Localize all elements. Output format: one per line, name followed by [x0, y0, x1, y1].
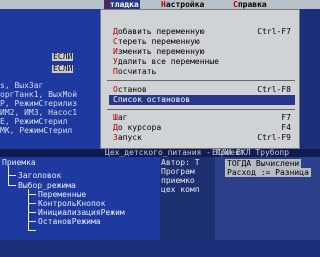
- tree-connector: [28, 194, 36, 195]
- menu-item-change-variable[interactable]: Изменить переменную: [109, 47, 295, 57]
- tree-connector: [28, 221, 36, 222]
- menu-separator: [107, 109, 295, 110]
- menu-bar: Отладка Настройка Справка: [0, 0, 320, 9]
- menu-item-add-variable[interactable]: Добавить переменную Ctrl-F7: [109, 27, 295, 37]
- tree-item[interactable]: Переменные: [38, 190, 86, 199]
- menu-item-run-to-cursor[interactable]: До курсора F4: [109, 123, 295, 133]
- menu-item-erase-variable[interactable]: Стереть переменную: [109, 37, 295, 47]
- code-line: Р, РежимСтерилиз: [0, 99, 78, 108]
- tree-connector: [28, 203, 36, 204]
- info-line: приемко: [161, 176, 195, 185]
- tree-item-root[interactable]: Приемка: [2, 158, 36, 167]
- tree-connector: [8, 185, 16, 186]
- menu-settings[interactable]: Настройка: [160, 0, 205, 9]
- project-info-pane: Автор: Т Програм приемко цех комп: [160, 157, 215, 240]
- menu-separator: [107, 80, 295, 81]
- code-editor-pane[interactable]: s, ВыхЗаг оргТанк1, ВыхМой Р, РежимСтери…: [0, 9, 100, 149]
- menu-item-step[interactable]: Шаг F7: [109, 113, 295, 123]
- info-line: Програм: [161, 167, 195, 176]
- tree-item[interactable]: Выбор_режима: [18, 181, 76, 190]
- code-line: МК, РежимСтерил: [0, 126, 73, 135]
- condition-keyword: ЕСЛИ: [52, 52, 74, 61]
- info-line: Автор: Т: [161, 158, 200, 167]
- tree-item[interactable]: КонтрольКнопок: [38, 199, 105, 208]
- tree-item[interactable]: Заголовок: [18, 171, 61, 180]
- code-preview-line: ЕСЛИ ВКЛ Трубопр: [212, 148, 290, 157]
- tree-item[interactable]: ОстановРежима: [38, 217, 101, 226]
- menu-item-run[interactable]: Запуск Ctrl-F9: [109, 133, 295, 143]
- menu-item-delete-all-variables[interactable]: Удалить все переменные: [109, 57, 295, 67]
- tree-connector: [28, 212, 36, 213]
- project-tree-pane[interactable]: Приемка Заголовок Выбор_режима Переменны…: [0, 157, 160, 240]
- code-line: оргТанк1, ВыхМой: [0, 90, 78, 99]
- condition-keyword: ЕСЛИ: [52, 64, 74, 73]
- menu-item-breakpoint-list[interactable]: Список остановов: [109, 95, 295, 105]
- tree-connector: [28, 189, 29, 231]
- menu-help[interactable]: Справка: [232, 0, 268, 9]
- tree-connector: [8, 166, 9, 186]
- menu-debug[interactable]: Отладка: [104, 0, 140, 9]
- info-line: цех комп: [161, 185, 200, 194]
- code-line: ИМ2, ИМ3, Насос1: [0, 108, 78, 117]
- menu-item-calculate[interactable]: Посчитать: [109, 67, 295, 77]
- tree-item[interactable]: ИнициализацияРежим: [38, 208, 125, 217]
- tree-connector: [8, 175, 16, 176]
- watch-line: Расход := Разница: [225, 168, 311, 177]
- watch-pane[interactable]: ТОГДА Вычислени Расход := Разница: [215, 157, 320, 240]
- code-line: s, ВыхЗаг: [0, 81, 44, 90]
- debug-dropdown-menu: Добавить переменную Ctrl-F7 Стереть перем…: [100, 9, 300, 149]
- menu-item-breakpoint[interactable]: Останов Ctrl-F8: [109, 85, 295, 95]
- watch-line: ТОГДА Вычислени: [225, 159, 302, 168]
- code-line: Е, РежимСтерил: [0, 117, 68, 126]
- tree-connector: [28, 230, 36, 231]
